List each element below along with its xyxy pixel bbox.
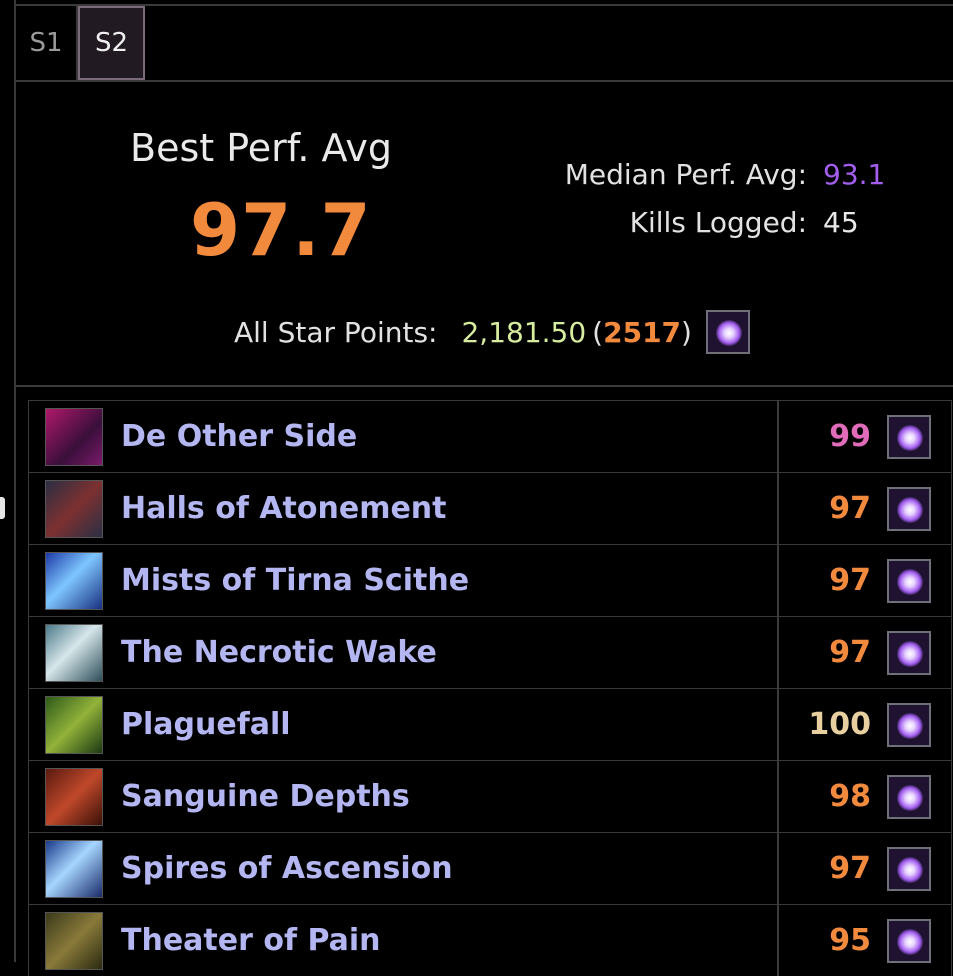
dungeon-row[interactable]: De Other Side 99 bbox=[28, 400, 952, 472]
season-tabs: S1 S2 bbox=[16, 6, 145, 80]
dungeon-name[interactable]: The Necrotic Wake bbox=[121, 635, 781, 670]
kills-logged-label: Kills Logged: bbox=[629, 206, 807, 239]
dungeon-row[interactable]: Theater of Pain 95 bbox=[28, 904, 952, 976]
dungeon-name[interactable]: Spires of Ascension bbox=[121, 851, 781, 886]
frame-top-border bbox=[14, 4, 953, 6]
star-rank-icon[interactable] bbox=[887, 630, 931, 675]
column-divider bbox=[777, 545, 779, 616]
all-star-open-paren: ( bbox=[592, 315, 604, 349]
column-divider bbox=[777, 401, 779, 472]
median-perf-row: Median Perf. Avg: 93.1 bbox=[565, 158, 893, 191]
dungeon-thumbnail-icon bbox=[45, 911, 103, 970]
dungeon-score: 99 bbox=[829, 419, 871, 454]
dungeon-score: 95 bbox=[829, 923, 871, 958]
dungeon-score: 97 bbox=[829, 635, 871, 670]
kills-logged-value: 45 bbox=[823, 206, 859, 239]
dungeon-name[interactable]: Plaguefall bbox=[121, 707, 781, 742]
dungeon-thumbnail-icon bbox=[45, 839, 103, 898]
dungeon-thumbnail-icon bbox=[45, 695, 103, 754]
all-star-rank: 2517 bbox=[603, 315, 682, 349]
all-star-points-value: 2,181.50 bbox=[461, 315, 587, 349]
star-rank-icon[interactable] bbox=[887, 486, 931, 531]
best-perf-label: Best Perf. Avg bbox=[130, 126, 392, 170]
dungeon-row[interactable]: Halls of Atonement 97 bbox=[28, 472, 952, 544]
all-star-points: All Star Points: 2,181.50 ( 2517 ) bbox=[234, 310, 750, 354]
dungeon-score: 97 bbox=[829, 491, 871, 526]
dungeon-name[interactable]: Theater of Pain bbox=[121, 923, 781, 958]
star-rank-icon[interactable] bbox=[887, 846, 931, 891]
dungeon-score: 97 bbox=[829, 563, 871, 598]
column-divider bbox=[777, 833, 779, 904]
dungeon-thumbnail-icon bbox=[45, 767, 103, 826]
dungeon-score: 97 bbox=[829, 851, 871, 886]
column-divider bbox=[777, 689, 779, 760]
star-rank-icon[interactable] bbox=[705, 310, 750, 354]
column-divider bbox=[777, 905, 779, 976]
tabs-divider bbox=[16, 80, 953, 82]
dungeon-row[interactable]: Plaguefall 100 bbox=[28, 688, 952, 760]
dungeon-name[interactable]: Mists of Tirna Scithe bbox=[121, 563, 781, 598]
median-perf-value: 93.1 bbox=[823, 158, 886, 191]
dungeon-name[interactable]: Sanguine Depths bbox=[121, 779, 781, 814]
dungeon-score: 98 bbox=[829, 779, 871, 814]
kills-logged-row: Kills Logged: 45 bbox=[630, 206, 893, 239]
column-divider bbox=[777, 617, 779, 688]
all-star-label: All Star Points: bbox=[234, 315, 438, 349]
all-star-close-paren: ) bbox=[681, 315, 692, 349]
tab-s2[interactable]: S2 bbox=[78, 6, 145, 80]
dungeon-thumbnail-icon bbox=[45, 479, 103, 538]
dungeon-name[interactable]: De Other Side bbox=[121, 419, 781, 454]
best-perf-value: 97.7 bbox=[190, 188, 372, 272]
median-perf-label: Median Perf. Avg: bbox=[564, 158, 807, 191]
dungeon-row[interactable]: Sanguine Depths 98 bbox=[28, 760, 952, 832]
star-rank-icon[interactable] bbox=[887, 918, 931, 963]
star-rank-icon[interactable] bbox=[887, 774, 931, 819]
column-divider bbox=[777, 473, 779, 544]
column-divider bbox=[777, 761, 779, 832]
star-rank-icon[interactable] bbox=[887, 414, 931, 459]
dungeon-row[interactable]: The Necrotic Wake 97 bbox=[28, 616, 952, 688]
frame-left-border bbox=[14, 0, 16, 962]
tab-s1[interactable]: S1 bbox=[16, 6, 78, 80]
dungeon-name[interactable]: Halls of Atonement bbox=[121, 491, 781, 526]
dungeon-thumbnail-icon bbox=[45, 623, 103, 682]
dungeon-row[interactable]: Mists of Tirna Scithe 97 bbox=[28, 544, 952, 616]
dungeon-row[interactable]: Spires of Ascension 97 bbox=[28, 832, 952, 904]
dungeon-thumbnail-icon bbox=[45, 407, 103, 466]
star-rank-icon[interactable] bbox=[887, 702, 931, 747]
dungeon-thumbnail-icon bbox=[45, 551, 103, 610]
scroll-edge-handle[interactable] bbox=[0, 497, 5, 519]
dungeon-table: De Other Side 99 Halls of Atonement 97 Mists… bbox=[28, 400, 952, 976]
star-rank-icon[interactable] bbox=[887, 558, 931, 603]
summary-divider bbox=[16, 385, 953, 387]
dungeon-score: 100 bbox=[808, 707, 871, 742]
